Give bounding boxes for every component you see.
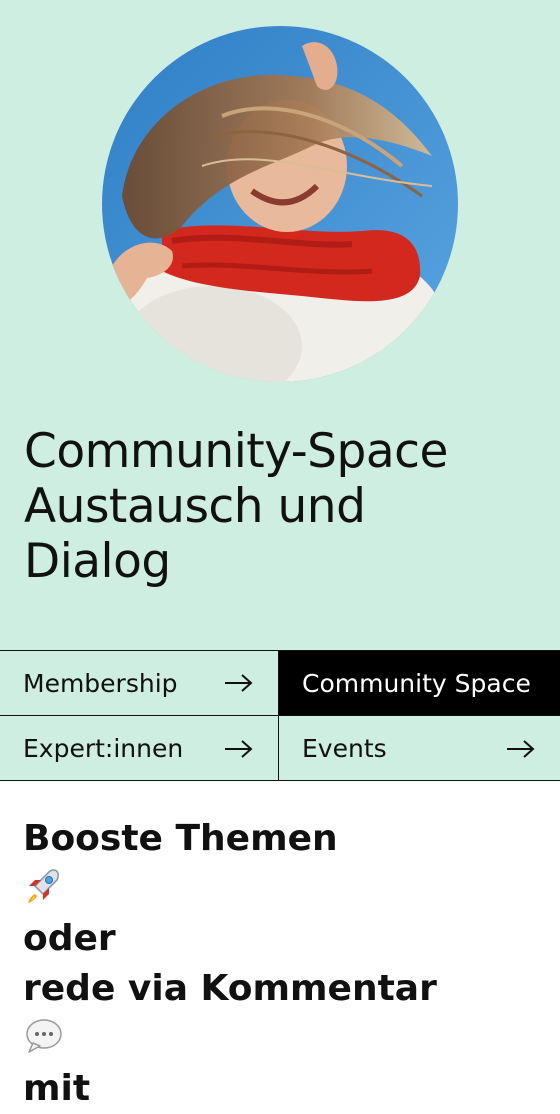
section-heading-line: rede via Kommentar xyxy=(23,964,543,1064)
section-heading: Booste Themen oder rede via Kommentar mi… xyxy=(23,814,543,1114)
hero-section: Community-Space Austausch und Dialog xyxy=(0,0,560,650)
section-heading-line: Booste Themen oder xyxy=(23,814,543,964)
nav-community-space[interactable]: Community Space xyxy=(279,651,560,716)
section-heading-text: rede via Kommentar xyxy=(23,968,437,1009)
arrow-right-icon xyxy=(225,674,253,692)
page-title-line: Austausch und xyxy=(24,479,366,534)
rocket-emoji-icon xyxy=(28,869,59,903)
nav-membership[interactable]: Membership xyxy=(0,651,279,716)
page-title-line: Dialog xyxy=(24,534,171,589)
woman-scarf-photo-icon xyxy=(102,26,458,382)
speech-bubble-emoji-icon xyxy=(26,1019,62,1053)
nav-experts[interactable]: Expert:innen xyxy=(0,716,279,781)
nav-experts-label: Expert:innen xyxy=(23,734,184,763)
section-nav: Membership Community Space Expert:innen … xyxy=(0,650,560,781)
section-heading-line: mit xyxy=(23,1068,91,1109)
arrow-right-icon xyxy=(225,739,253,758)
arrow-right-icon xyxy=(507,739,535,758)
nav-community-space-label: Community Space xyxy=(302,668,531,698)
page-title: Community-Space Austausch und Dialog xyxy=(24,424,544,589)
section-heading-text: oder xyxy=(23,918,116,959)
nav-events-label: Events xyxy=(302,734,387,763)
content-section: Booste Themen oder rede via Kommentar mi… xyxy=(0,781,560,1109)
nav-membership-label: Membership xyxy=(23,668,178,698)
nav-events[interactable]: Events xyxy=(279,716,560,781)
hero-photo xyxy=(102,26,458,382)
page-title-line: Community-Space xyxy=(24,424,448,479)
section-heading-text: Booste Themen xyxy=(23,818,338,859)
